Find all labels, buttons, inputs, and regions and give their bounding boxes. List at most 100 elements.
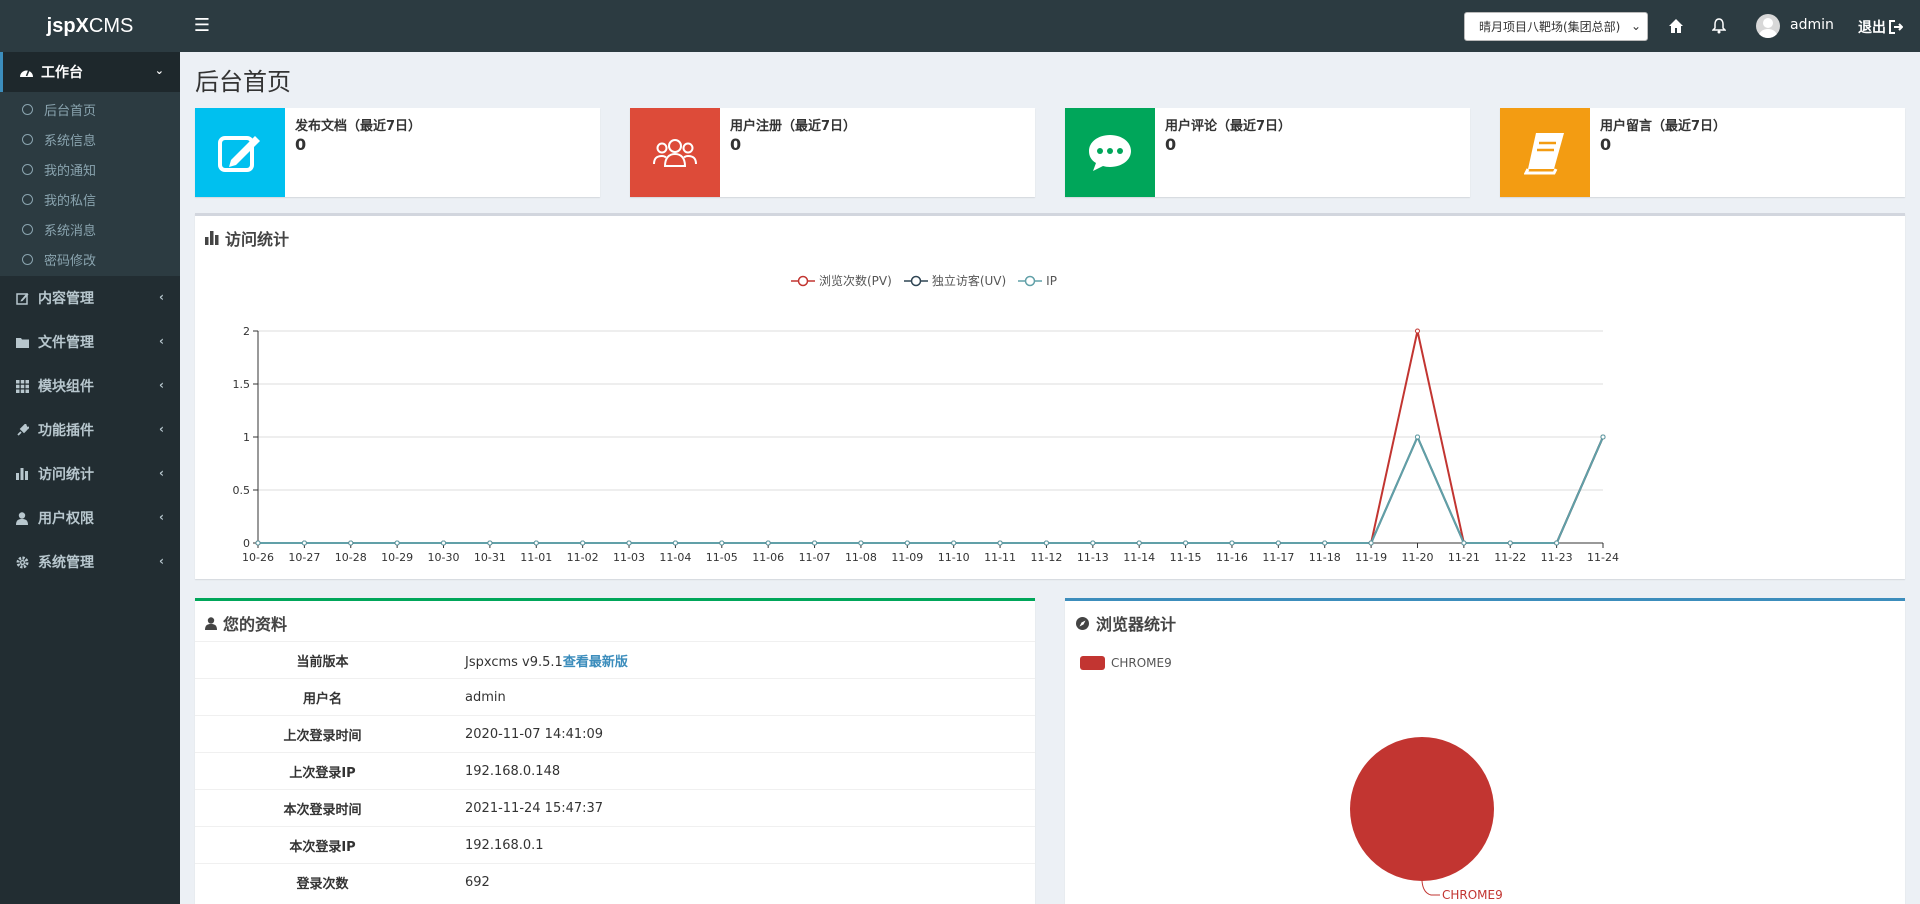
x-tick-label: 11-01: [520, 551, 552, 564]
table-row: 登录次数 692: [195, 863, 1035, 901]
chevron-left-icon: ‹: [159, 466, 164, 480]
sidebar-item-content[interactable]: 内容管理 ‹: [0, 276, 180, 320]
pie-slice-chrome9[interactable]: [1350, 737, 1494, 881]
x-tick-label: 11-24: [1587, 551, 1619, 564]
data-point[interactable]: [1183, 540, 1189, 546]
data-point[interactable]: [1414, 434, 1420, 440]
home-icon[interactable]: [1664, 14, 1688, 38]
sidebar-toggle-icon[interactable]: ☰: [192, 14, 212, 38]
subitem-label: 系统消息: [44, 223, 97, 239]
data-point[interactable]: [1554, 540, 1560, 546]
bell-icon[interactable]: [1707, 14, 1731, 38]
page-title: 后台首页: [195, 68, 291, 96]
data-point[interactable]: [1275, 540, 1281, 546]
x-tick-label: 10-31: [474, 551, 506, 564]
data-point[interactable]: [1136, 540, 1142, 546]
x-tick-label: 11-11: [984, 551, 1016, 564]
sidebar-subitem[interactable]: 密码修改: [0, 244, 180, 274]
y-tick-label: 0: [243, 537, 250, 550]
subitem-label: 我的通知: [44, 163, 97, 179]
data-point[interactable]: [997, 540, 1003, 546]
bar-chart-icon: [16, 468, 32, 480]
sidebar-item-label: 文件管理: [38, 335, 94, 351]
info-box-documents: 发布文档（最近7日） 0: [195, 108, 600, 197]
data-point[interactable]: [1368, 540, 1374, 546]
sidebar-subitem[interactable]: 我的私信: [0, 184, 180, 214]
x-tick-label: 10-29: [381, 551, 413, 564]
sidebar-item-system[interactable]: 系统管理 ‹: [0, 540, 180, 584]
site-select-value: 晴月项目八靶场(集团总部): [1479, 20, 1621, 34]
browser-panel: 浏览器统计 CHROME9 CHROME9: [1065, 598, 1905, 904]
sidebar-item-label: 工作台: [41, 65, 83, 81]
chevron-left-icon: ‹: [159, 290, 164, 304]
sidebar-item-permissions[interactable]: 用户权限 ‹: [0, 496, 180, 540]
data-point[interactable]: [626, 540, 632, 546]
data-point[interactable]: [719, 540, 725, 546]
sidebar-item-modules[interactable]: 模块组件 ‹: [0, 364, 180, 408]
sidebar-item-label: 访问统计: [38, 467, 94, 483]
sign-out-icon: [1889, 20, 1903, 34]
x-tick-label: 10-28: [335, 551, 367, 564]
data-point[interactable]: [533, 540, 539, 546]
table-row: 上次登录IP 192.168.0.148: [195, 752, 1035, 790]
data-point[interactable]: [904, 540, 910, 546]
data-point[interactable]: [812, 540, 818, 546]
logout-button[interactable]: 退出: [1858, 17, 1903, 37]
data-point[interactable]: [1043, 540, 1049, 546]
x-tick-label: 11-10: [938, 551, 970, 564]
data-point[interactable]: [1461, 540, 1467, 546]
info-box-value: 0: [1165, 135, 1177, 154]
data-point[interactable]: [301, 540, 307, 546]
data-point[interactable]: [1507, 540, 1513, 546]
data-point[interactable]: [1414, 328, 1420, 334]
sidebar-subitem[interactable]: 我的通知: [0, 154, 180, 184]
sidebar-subitem[interactable]: 后台首页: [0, 94, 180, 124]
chevron-left-icon: ‹: [159, 554, 164, 568]
sidebar-item-plugins[interactable]: 功能插件 ‹: [0, 408, 180, 452]
profile-value: 2021-11-24 15:47:37: [450, 789, 1035, 827]
data-point[interactable]: [765, 540, 771, 546]
key-text: 当前版本: [296, 654, 349, 670]
sidebar-item-label: 内容管理: [38, 291, 94, 307]
x-tick-label: 11-05: [706, 551, 738, 564]
key-text: 上次登录时间: [283, 728, 362, 744]
chevron-down-icon: ⌄: [154, 64, 164, 77]
info-box-value: 0: [295, 135, 307, 154]
subitem-label: 后台首页: [44, 103, 97, 119]
profile-key: 登录次数: [195, 863, 450, 901]
data-point[interactable]: [580, 540, 586, 546]
info-box-label: 用户评论（最近7日）: [1165, 119, 1292, 134]
x-tick-label: 11-21: [1448, 551, 1480, 564]
sidebar-item-label: 用户权限: [38, 511, 94, 527]
data-point[interactable]: [441, 540, 447, 546]
sidebar-subitem[interactable]: 系统消息: [0, 214, 180, 244]
chevron-down-icon: ⌄: [1630, 19, 1641, 33]
data-point[interactable]: [1322, 540, 1328, 546]
sidebar-item-files[interactable]: 文件管理 ‹: [0, 320, 180, 364]
app-logo[interactable]: jspX CMS: [0, 0, 180, 52]
check-update-link[interactable]: 查看最新版: [563, 655, 628, 670]
logo-rest: CMS: [88, 14, 134, 37]
x-tick-label: 11-18: [1309, 551, 1341, 564]
plug-icon: [16, 423, 32, 437]
data-point[interactable]: [487, 540, 493, 546]
sidebar-item-statistics[interactable]: 访问统计 ‹: [0, 452, 180, 496]
profile-value: 192.168.0.148: [450, 752, 1035, 790]
user-name[interactable]: admin: [1790, 17, 1834, 33]
chevron-left-icon: ‹: [159, 422, 164, 436]
data-point[interactable]: [255, 540, 261, 546]
sidebar-item-workbench[interactable]: 工作台 ⌄: [0, 52, 180, 92]
data-point[interactable]: [1600, 434, 1606, 440]
data-point[interactable]: [394, 540, 400, 546]
sidebar-subitem[interactable]: 系统信息: [0, 124, 180, 154]
data-point[interactable]: [858, 540, 864, 546]
data-point[interactable]: [348, 540, 354, 546]
data-point[interactable]: [1229, 540, 1235, 546]
data-point[interactable]: [1090, 540, 1096, 546]
info-box-label: 用户留言（最近7日）: [1600, 119, 1727, 134]
data-point[interactable]: [672, 540, 678, 546]
avatar[interactable]: [1756, 14, 1780, 38]
site-select[interactable]: 晴月项目八靶场(集团总部) ⌄: [1464, 12, 1648, 41]
key-text: 本次登录IP: [289, 839, 356, 855]
data-point[interactable]: [951, 540, 957, 546]
